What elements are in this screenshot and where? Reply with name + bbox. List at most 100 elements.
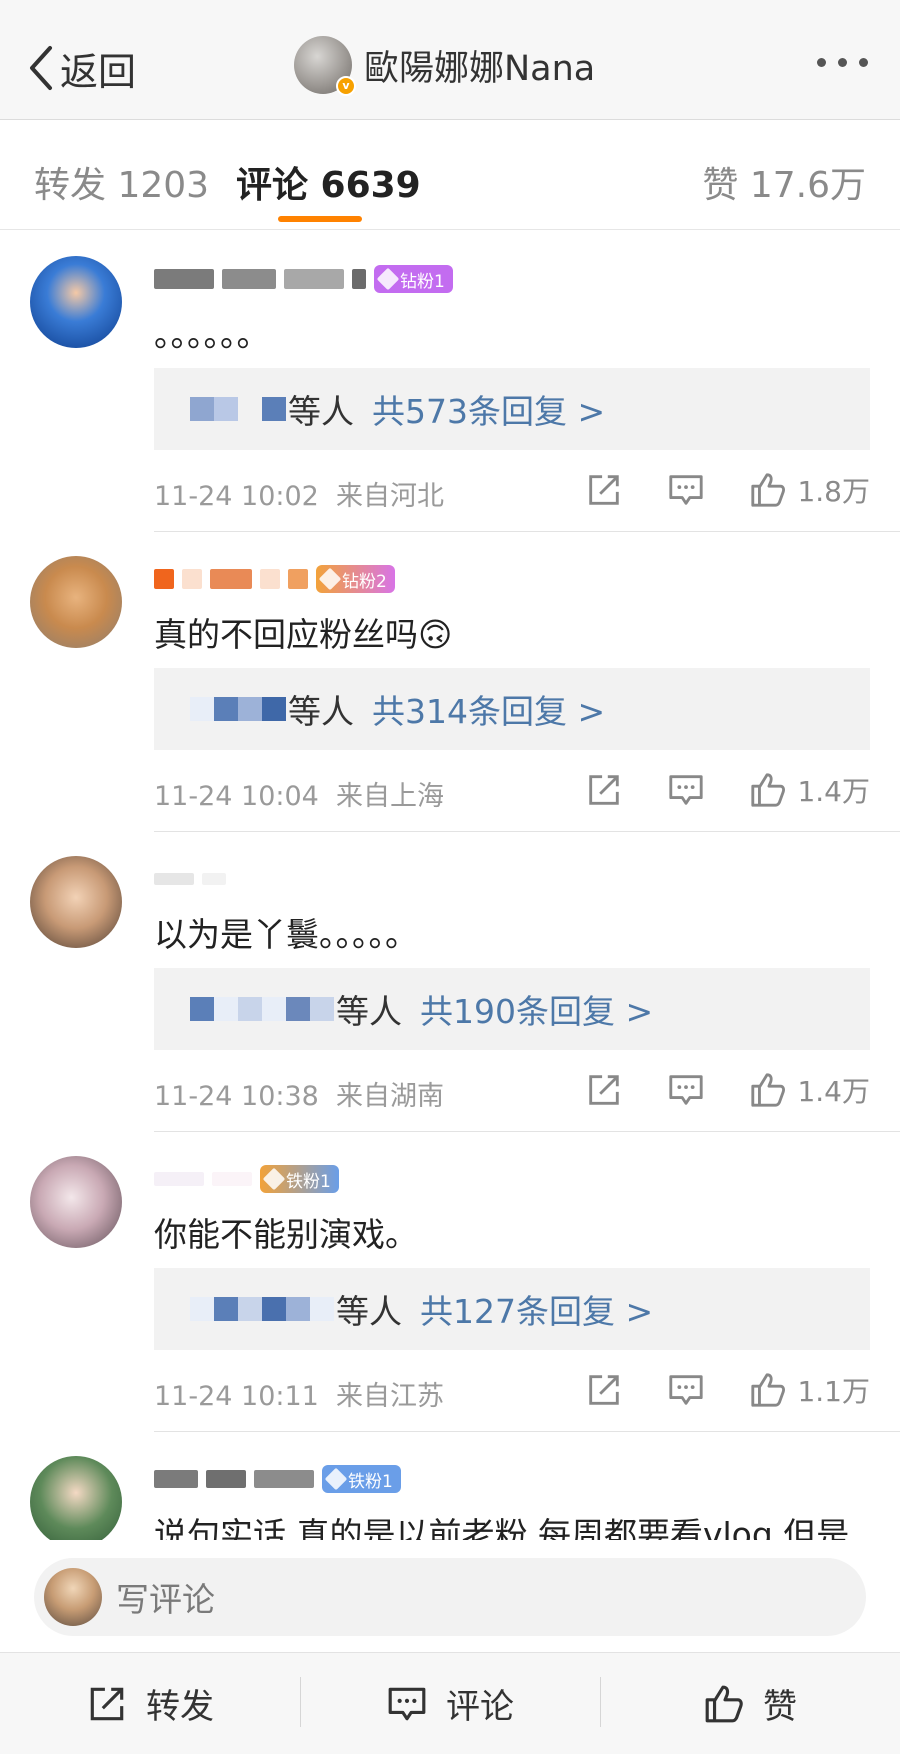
crown-icon [318, 567, 342, 591]
avatar[interactable] [30, 856, 122, 948]
repost-label: 转发 [146, 1687, 214, 1727]
like-count: 1.1万 [797, 1375, 870, 1408]
comment-item: 钻粉1 。。。。。。 等人 共573条回复 > 11-24 10:02 来自河北… [0, 232, 900, 532]
comment-text: 真的不回应粉丝吗🙃 [154, 615, 453, 654]
comment-time: 11-24 10:11 [154, 1381, 319, 1412]
like-count: 1.8万 [797, 475, 870, 508]
reply-avatars [190, 697, 286, 721]
reply-avatars [190, 1297, 334, 1321]
bottom-toolbar: 转发 评论 赞 [0, 1652, 900, 1754]
more-dots-icon[interactable] [817, 58, 868, 67]
fan-badge: 铁粉1 [260, 1165, 339, 1193]
comment-text: 你能不能别演戏。 [154, 1215, 418, 1254]
repost-button[interactable]: 转发 [0, 1653, 300, 1754]
username[interactable]: 铁粉1 [154, 1464, 401, 1494]
thumbs-up-icon[interactable] [749, 471, 787, 509]
back-label: 返回 [60, 49, 137, 94]
comment-item: 以为是丫鬟。。。。。 等人 共190条回复 > 11-24 10:38 来自湖南… [0, 832, 900, 1132]
comment-time: 11-24 10:04 [154, 781, 319, 812]
username[interactable]: 钻粉2 [154, 564, 395, 594]
username[interactable] [154, 864, 226, 894]
thumbs-up-icon[interactable] [749, 771, 787, 809]
share-icon[interactable] [585, 471, 623, 509]
reply-summary[interactable]: 等人 共190条回复 > [154, 968, 870, 1050]
reply-users: 等人 [336, 992, 402, 1031]
comment-item: 钻粉2 真的不回应粉丝吗🙃 等人 共314条回复 > 11-24 10:04 来… [0, 532, 900, 832]
comment-icon[interactable] [667, 1371, 705, 1409]
account-title[interactable]: v 歐陽娜娜Nana [294, 36, 596, 96]
tab-repost[interactable]: 转发 1203 [34, 156, 209, 208]
tab-likes[interactable]: 赞 17.6万 [702, 156, 866, 208]
comment-button[interactable]: 评论 [300, 1653, 600, 1754]
username[interactable]: 钻粉1 [154, 264, 453, 294]
reply-summary[interactable]: 等人 共573条回复 > [154, 368, 870, 450]
reply-avatars [190, 997, 334, 1021]
active-tab-indicator [278, 216, 362, 222]
like-label: 赞 [763, 1687, 797, 1727]
fan-badge: 铁粉1 [322, 1465, 401, 1493]
comment-actions: 1.4万 [585, 770, 870, 810]
like-count: 1.4万 [797, 775, 870, 808]
comment-label: 评论 [446, 1687, 514, 1727]
like-count: 1.4万 [797, 1075, 870, 1108]
fan-badge: 钻粉1 [374, 265, 453, 293]
comment-location: 来自江苏 [336, 1381, 445, 1412]
share-icon[interactable] [585, 1071, 623, 1109]
comment-item: 铁粉1 说句实话 真的是以前老粉 每周都要看vlog 但是 [0, 1432, 900, 1540]
diamond-icon [324, 1467, 348, 1491]
reply-avatars [190, 397, 286, 421]
tab-comments[interactable]: 评论 6639 [236, 156, 421, 208]
reply-count-link[interactable]: 共573条回复 > [372, 385, 605, 433]
my-avatar [44, 1568, 102, 1626]
comment-icon[interactable] [667, 1071, 705, 1109]
reply-summary[interactable]: 等人 共314条回复 > [154, 668, 870, 750]
crown-icon [262, 1167, 286, 1191]
reply-users: 等人 [336, 1292, 402, 1331]
thumbs-up-icon[interactable] [749, 1071, 787, 1109]
like-button[interactable]: 赞 [600, 1653, 900, 1754]
reply-users: 等人 [288, 692, 354, 731]
share-icon[interactable] [585, 771, 623, 809]
comment-meta: 11-24 10:11 来自江苏 [154, 1374, 444, 1413]
reply-count-link[interactable]: 共314条回复 > [372, 685, 605, 733]
comment-actions: 1.4万 [585, 1070, 870, 1110]
top-navbar: 返回 v 歐陽娜娜Nana [0, 0, 900, 120]
diamond-icon [376, 267, 400, 291]
comment-icon[interactable] [667, 771, 705, 809]
verified-badge: v [336, 76, 356, 96]
comment-actions: 1.8万 [585, 470, 870, 510]
comment-actions: 1.1万 [585, 1370, 870, 1410]
comment-icon[interactable] [667, 471, 705, 509]
avatar[interactable] [30, 1156, 122, 1248]
avatar[interactable] [30, 556, 122, 648]
share-icon[interactable] [585, 1371, 623, 1409]
thumbs-up-icon[interactable] [749, 1371, 787, 1409]
post-tabs: 转发 1203 评论 6639 赞 17.6万 [0, 128, 900, 230]
comment-meta: 11-24 10:02 来自河北 [154, 474, 444, 513]
comment-meta: 11-24 10:38 来自湖南 [154, 1074, 444, 1113]
username[interactable]: 铁粉1 [154, 1164, 339, 1194]
reply-summary[interactable]: 等人 共127条回复 > [154, 1268, 870, 1350]
reply-count-link[interactable]: 共127条回复 > [420, 1285, 653, 1333]
share-icon [90, 1687, 124, 1720]
avatar[interactable] [30, 1456, 122, 1540]
comment-icon [388, 1687, 426, 1720]
account-avatar: v [294, 36, 356, 96]
comment-text: 。。。。。。 [154, 315, 270, 354]
comment-text: 以为是丫鬟。。。。。 [154, 915, 418, 954]
account-name: 歐陽娜娜Nana [364, 48, 596, 89]
comment-location: 来自上海 [336, 781, 445, 812]
thumbs-up-icon [705, 1685, 743, 1722]
comment-location: 来自河北 [336, 481, 445, 512]
comment-time: 11-24 10:38 [154, 1081, 319, 1112]
back-button[interactable]: 返回 [26, 40, 136, 96]
write-comment-bar[interactable]: 写评论 [34, 1558, 866, 1636]
comment-meta: 11-24 10:04 来自上海 [154, 774, 444, 813]
comment-location: 来自湖南 [336, 1081, 445, 1112]
reply-count-link[interactable]: 共190条回复 > [420, 985, 653, 1033]
fan-badge: 钻粉2 [316, 565, 395, 593]
comment-text: 说句实话 真的是以前老粉 每周都要看vlog 但是 [154, 1515, 850, 1540]
avatar[interactable] [30, 256, 122, 348]
write-comment-placeholder: 写评论 [116, 1580, 215, 1619]
comment-time: 11-24 10:02 [154, 481, 319, 512]
